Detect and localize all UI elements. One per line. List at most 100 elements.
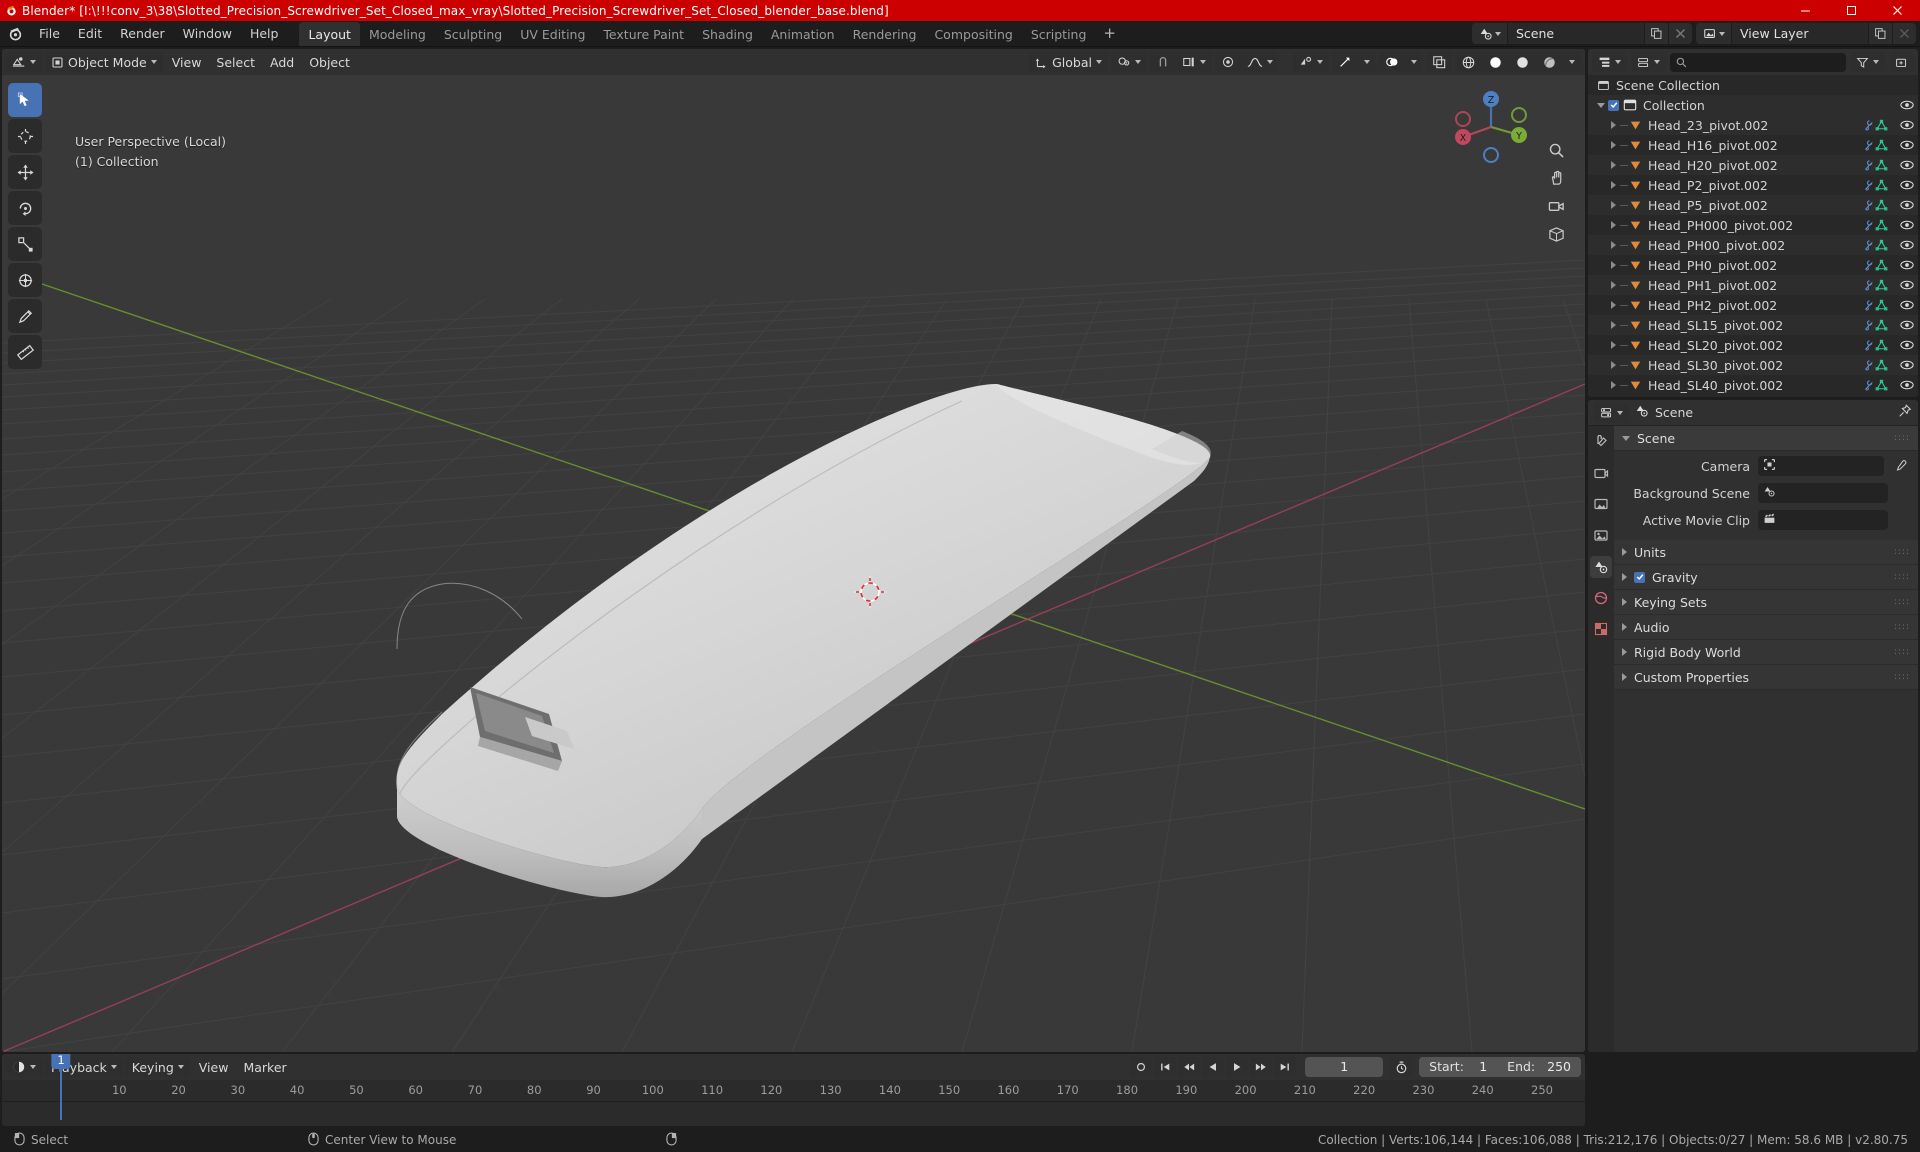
object-expand-triangle-icon[interactable] [1606,161,1620,169]
object-visibility-eye-icon[interactable] [1900,119,1914,131]
outliner-row-object[interactable]: Head_23_pivot.002 [1588,115,1918,135]
panel-rigid-body-world[interactable]: Rigid Body World :::: [1614,640,1918,665]
snap-toggle-button[interactable] [1150,52,1176,72]
playhead-label[interactable]: 1 [51,1054,71,1069]
object-expand-triangle-icon[interactable] [1606,121,1620,129]
shading-wireframe-button[interactable] [1455,52,1482,72]
auto-keying-button[interactable] [1130,1057,1153,1077]
timeline-ruler[interactable]: 1102030405060708090100110120130140150160… [2,1080,1585,1102]
scene-name[interactable]: Scene [1508,23,1644,44]
object-visibility-eye-icon[interactable] [1900,159,1914,171]
camera-field[interactable] [1758,456,1884,476]
object-visibility-eye-icon[interactable] [1900,339,1914,351]
panel-expand-triangle-icon[interactable] [1622,435,1630,441]
outliner-tree[interactable]: Scene Collection Collection Head_23_pivo… [1588,75,1918,395]
mesh-data-icon[interactable] [1874,279,1888,292]
modifier-icon[interactable] [1860,339,1874,352]
tab-shading[interactable]: Shading [693,22,762,46]
shading-options-button[interactable] [1563,52,1581,72]
outliner-editor[interactable]: Scene Collection Collection Head_23_pivo… [1588,49,1918,397]
properties-editor[interactable]: Scene Scene:::: Camera Background Scene… [1588,400,1918,1052]
mesh-data-icon[interactable] [1874,359,1888,372]
modifier-icon[interactable] [1860,219,1874,232]
play-reverse-button[interactable] [1202,1057,1225,1077]
properties-body[interactable]: Scene :::: Camera Background Scene Activ… [1614,426,1918,1052]
viewport-menu-view[interactable]: View [166,52,208,72]
current-frame-field[interactable]: 1 [1305,1057,1384,1077]
transform-tool[interactable] [8,263,42,297]
timeline-editor-type-selector[interactable] [6,1057,42,1077]
tab-rendering[interactable]: Rendering [844,22,926,46]
outliner-row-object[interactable]: Head_SL30_pivot.002 [1588,355,1918,375]
view-layer-name[interactable]: View Layer [1732,23,1868,44]
outliner-row-object[interactable]: Head_PH000_pivot.002 [1588,215,1918,235]
timeline-menu-view[interactable]: View [193,1057,235,1077]
mesh-data-icon[interactable] [1874,139,1888,152]
tab-output-properties[interactable] [1590,494,1612,516]
viewport-menu-add[interactable]: Add [264,52,300,72]
toggle-ortho-perspective-icon[interactable] [1543,221,1569,247]
use-preview-range-button[interactable] [1390,1057,1413,1077]
pivot-point-selector[interactable] [1111,52,1147,72]
object-visibility-eye-icon[interactable] [1900,359,1914,371]
mesh-data-icon[interactable] [1874,259,1888,272]
object-expand-triangle-icon[interactable] [1606,301,1620,309]
panel-keying-sets[interactable]: Keying Sets :::: [1614,590,1918,615]
panel-collapse-triangle-icon[interactable] [1622,548,1627,556]
panel-collapse-triangle-icon[interactable] [1622,623,1627,631]
tab-tool-properties[interactable] [1590,432,1612,454]
panel-collapse-triangle-icon[interactable] [1622,673,1627,681]
viewport-canvas[interactable] [2,49,1585,1052]
panel-collapse-triangle-icon[interactable] [1622,598,1627,606]
outliner-row-object[interactable]: Head_P5_pivot.002 [1588,195,1918,215]
object-expand-triangle-icon[interactable] [1606,341,1620,349]
mesh-data-icon[interactable] [1874,299,1888,312]
blender-logo-icon[interactable] [0,25,30,42]
outliner-row-object[interactable]: Head_PH1_pivot.002 [1588,275,1918,295]
outliner-row-object[interactable]: Head_SL20_pivot.002 [1588,335,1918,355]
cursor-tool[interactable] [8,119,42,153]
modifier-icon[interactable] [1860,259,1874,272]
tweak-tool[interactable] [8,83,42,117]
modifier-icon[interactable] [1860,199,1874,212]
outliner-row-object[interactable]: Head_H16_pivot.002 [1588,135,1918,155]
object-visibility-eye-icon[interactable] [1900,299,1914,311]
zoom-view-icon[interactable] [1543,137,1569,163]
measure-tool[interactable] [8,335,42,369]
outliner-row-scene-collection[interactable]: Scene Collection [1588,75,1918,95]
panel-units[interactable]: Units :::: [1614,540,1918,565]
collection-expand-triangle-icon[interactable] [1594,102,1608,108]
timeline-track[interactable]: 1 [2,1054,1585,1126]
collection-visibility-eye-icon[interactable] [1900,99,1914,111]
viewport-menu-select[interactable]: Select [210,52,261,72]
mesh-data-icon[interactable] [1874,319,1888,332]
collection-checkbox[interactable] [1608,99,1619,111]
modifier-icon[interactable] [1860,379,1874,392]
mesh-data-icon[interactable] [1874,219,1888,232]
outliner-new-collection-button[interactable] [1889,52,1914,72]
properties-breadcrumb[interactable]: Scene [1635,404,1693,421]
rotate-tool[interactable] [8,191,42,225]
menu-file[interactable]: File [30,24,69,43]
panel-collapse-triangle-icon[interactable] [1622,573,1627,581]
add-workspace-button[interactable]: + [1095,22,1124,46]
tab-compositing[interactable]: Compositing [925,22,1021,46]
properties-editor-type-selector[interactable] [1594,402,1629,423]
outliner-row-collection[interactable]: Collection [1588,95,1918,115]
outliner-row-object[interactable]: Head_H20_pivot.002 [1588,155,1918,175]
modifier-icon[interactable] [1860,299,1874,312]
proportional-edit-toggle[interactable] [1215,52,1241,72]
xray-toggle-button[interactable] [1426,52,1452,72]
move-tool[interactable] [8,155,42,189]
editor-type-selector[interactable] [6,52,42,72]
modifier-icon[interactable] [1860,179,1874,192]
tab-layout[interactable]: Layout [299,21,360,46]
object-visibility-eye-icon[interactable] [1900,199,1914,211]
outliner-editor-type-selector[interactable] [1592,52,1627,72]
object-expand-triangle-icon[interactable] [1606,241,1620,249]
shading-solid-button[interactable] [1482,52,1509,72]
object-visibility-eye-icon[interactable] [1900,379,1914,391]
end-frame-field[interactable]: End: 250 [1497,1057,1581,1077]
outliner-row-object[interactable]: Head_PH2_pivot.002 [1588,295,1918,315]
timeline-editor[interactable]: Playback Keying View Marker 1 Start: 1 E… [2,1054,1585,1126]
